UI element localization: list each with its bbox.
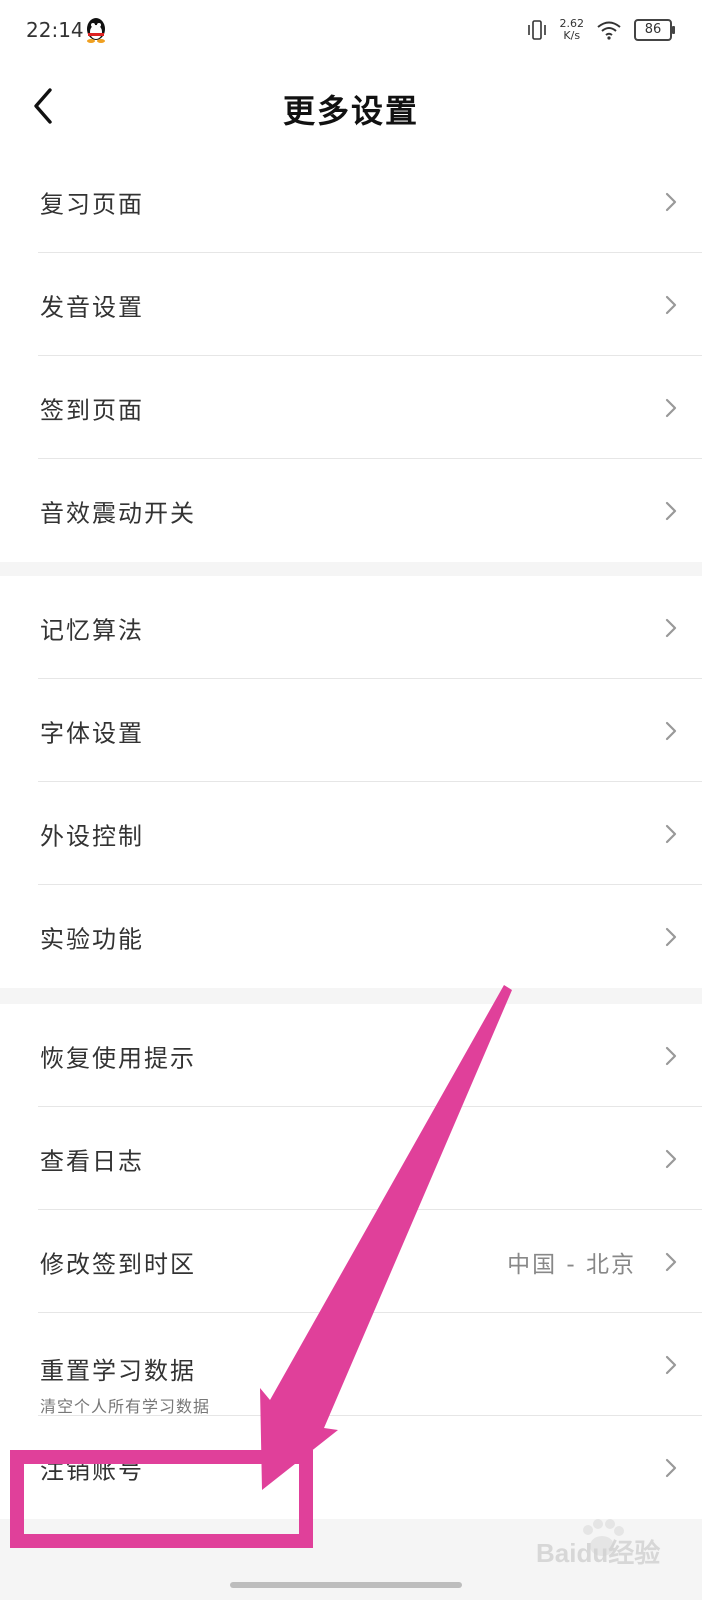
settings-item-sublabel: 清空个人所有学习数据 [40, 1397, 211, 1416]
wifi-icon [597, 21, 621, 40]
chevron-right-icon [665, 1046, 677, 1065]
status-time: 22:14 [26, 18, 84, 42]
battery-icon: 86 [634, 19, 675, 41]
settings-item-label: 字体设置 [40, 719, 144, 747]
settings-item-sound-vibration[interactable]: 音效震动开关 [0, 459, 702, 562]
settings-item-label: 查看日志 [40, 1147, 144, 1175]
settings-item-experimental[interactable]: 实验功能 [0, 885, 702, 988]
settings-item-view-logs[interactable]: 查看日志 [0, 1107, 702, 1210]
settings-item-label: 复习页面 [40, 190, 144, 218]
settings-item-checkin-timezone[interactable]: 修改签到时区 中国 - 北京 [0, 1210, 702, 1313]
settings-item-checkin-page[interactable]: 签到页面 [0, 356, 702, 459]
vibrate-icon [527, 20, 546, 40]
settings-item-label: 恢复使用提示 [40, 1044, 196, 1072]
settings-item-label: 签到页面 [40, 396, 144, 424]
settings-item-label: 注销账号 [40, 1456, 144, 1484]
settings-item-memory-algorithm[interactable]: 记忆算法 [0, 576, 702, 679]
settings-group-1: 复习页面 发音设置 签到页面 音效震动开关 [0, 150, 702, 562]
settings-item-label: 发音设置 [40, 293, 144, 321]
watermark: Baidu经验 [536, 1538, 660, 1568]
settings-group-2: 记忆算法 字体设置 外设控制 实验功能 [0, 576, 702, 988]
settings-item-font[interactable]: 字体设置 [0, 679, 702, 782]
chevron-right-icon [665, 618, 677, 637]
settings-item-review-page[interactable]: 复习页面 [0, 150, 702, 253]
settings-item-reset-data[interactable]: 重置学习数据 清空个人所有学习数据 [0, 1313, 702, 1416]
settings-item-label: 修改签到时区 [40, 1250, 196, 1278]
chevron-right-icon [665, 192, 677, 211]
chevron-right-icon [665, 824, 677, 843]
status-bar: 22:14 2.62 K/s 86 [0, 0, 702, 64]
paw-icon [583, 1519, 624, 1556]
settings-item-label: 音效震动开关 [40, 499, 196, 527]
settings-item-label: 实验功能 [40, 925, 144, 953]
chevron-right-icon [665, 721, 677, 740]
settings-item-label: 记忆算法 [40, 616, 144, 644]
home-indicator[interactable] [230, 1582, 462, 1588]
chevron-right-icon [665, 1149, 677, 1168]
chevron-right-icon [665, 295, 677, 314]
speed-unit: K/s [563, 29, 581, 42]
chevron-right-icon [665, 1355, 677, 1374]
settings-item-peripheral-control[interactable]: 外设控制 [0, 782, 702, 885]
chevron-right-icon [665, 501, 677, 520]
settings-item-delete-account[interactable]: 注销账号 [0, 1416, 702, 1519]
timezone-value: 中国 - 北京 [507, 1251, 636, 1278]
qq-icon [87, 18, 105, 43]
chevron-right-icon [665, 398, 677, 417]
chevron-right-icon [665, 1252, 677, 1271]
settings-item-restore-tips[interactable]: 恢复使用提示 [0, 1004, 702, 1107]
chevron-right-icon [665, 1458, 677, 1477]
network-speed: 2.62 K/s [560, 18, 585, 42]
header: 更多设置 [0, 64, 702, 150]
settings-group-3: 恢复使用提示 查看日志 修改签到时区 中国 - 北京 重置学习数据 清空个人所有… [0, 1004, 702, 1519]
page-title: 更多设置 [282, 92, 419, 130]
chevron-right-icon [665, 927, 677, 946]
settings-item-label: 重置学习数据 [40, 1357, 196, 1385]
settings-item-label: 外设控制 [40, 822, 144, 850]
settings-item-pronunciation[interactable]: 发音设置 [0, 253, 702, 356]
